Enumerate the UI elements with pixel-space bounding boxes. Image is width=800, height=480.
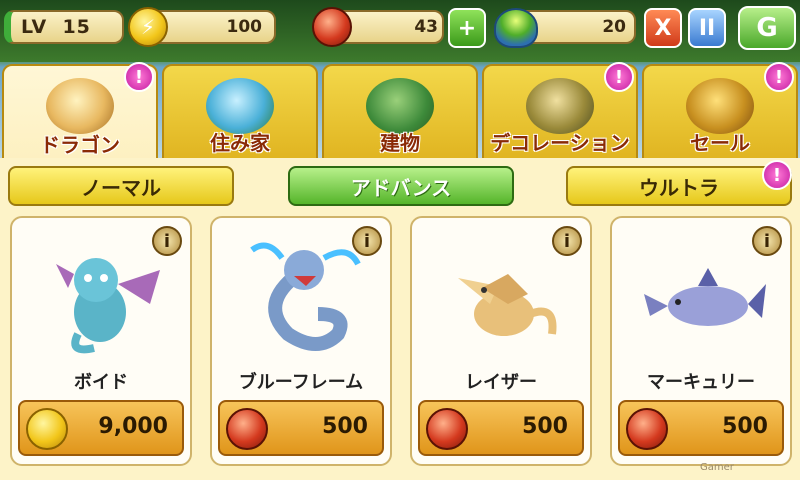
alert-badge-icon: ! <box>124 62 154 92</box>
price-value: 500 <box>722 414 768 439</box>
decoration-icon <box>526 78 594 134</box>
habitat-icon <box>206 78 274 134</box>
gameloft-logo-button[interactable]: G <box>738 6 796 50</box>
dragon-card[interactable]: i マーキュリー 500 <box>610 216 792 466</box>
gem-icon <box>312 7 352 47</box>
dragon-card[interactable]: i ボイド 9,000 <box>10 216 192 466</box>
buy-button[interactable]: 9,000 <box>18 400 184 456</box>
buy-gems-button[interactable]: + <box>448 8 486 48</box>
subtab-normal[interactable]: ノーマル <box>8 166 234 206</box>
food-count: 20 <box>602 17 626 37</box>
dragon-name: ブルーフレーム <box>238 372 364 393</box>
alert-badge-icon: ! <box>604 62 634 92</box>
level-label: LV <box>21 16 48 38</box>
level-value: 15 <box>62 16 91 38</box>
dragon-egg-icon <box>46 78 114 134</box>
building-icon <box>366 78 434 134</box>
close-button[interactable]: X <box>644 8 682 48</box>
coin-count: 100 <box>226 17 263 37</box>
tab-label: セール <box>690 131 750 155</box>
dragon-card[interactable]: i レイザー 500 <box>410 216 592 466</box>
dragon-name: マーキュリー <box>647 372 755 393</box>
category-tabs: ドラゴン 住み家 建物 デコレーション セール ! ! ! <box>0 62 800 162</box>
top-hud: LV 15 100 ⚡ 43 + 20 X II G <box>0 0 800 62</box>
alert-badge-icon: ! <box>764 62 794 92</box>
coin-icon: ⚡ <box>128 7 168 47</box>
gem-count: 43 <box>414 17 438 37</box>
pause-button[interactable]: II <box>688 8 726 48</box>
buy-button[interactable]: 500 <box>218 400 384 456</box>
watermark: Gamer <box>700 462 734 473</box>
tab-label: 建物 <box>380 131 420 155</box>
gem-icon <box>626 408 668 450</box>
dragon-name: レイザー <box>465 372 537 393</box>
tab-habitat[interactable]: 住み家 <box>162 64 318 160</box>
blue-flame-dragon-image <box>250 242 361 351</box>
razor-dragon-image <box>458 274 557 336</box>
dragon-name: ボイド <box>74 372 128 393</box>
price-value: 500 <box>522 414 568 439</box>
price-value: 500 <box>322 414 368 439</box>
gem-icon <box>226 408 268 450</box>
dragon-card[interactable]: i ブルーフレーム 500 <box>210 216 392 466</box>
food-icon <box>494 8 538 48</box>
subtab-advance[interactable]: アドバンス <box>288 166 514 206</box>
treasure-cart-icon <box>686 78 754 134</box>
tab-buildings[interactable]: 建物 <box>322 64 478 160</box>
coin-icon <box>26 408 68 450</box>
tab-label: 住み家 <box>210 131 270 155</box>
mercury-dragon-image <box>644 268 766 326</box>
level-display: LV 15 <box>4 10 124 44</box>
buy-button[interactable]: 500 <box>618 400 784 456</box>
gem-icon <box>426 408 468 450</box>
price-value: 9,000 <box>98 414 168 439</box>
subtab-ultra[interactable]: ウルトラ <box>566 166 792 206</box>
tab-label: ドラゴン <box>40 133 120 157</box>
tab-label: デコレーション <box>490 131 630 155</box>
buy-button[interactable]: 500 <box>418 400 584 456</box>
alert-badge-icon: ! <box>762 160 792 190</box>
void-dragon-image <box>56 258 160 354</box>
